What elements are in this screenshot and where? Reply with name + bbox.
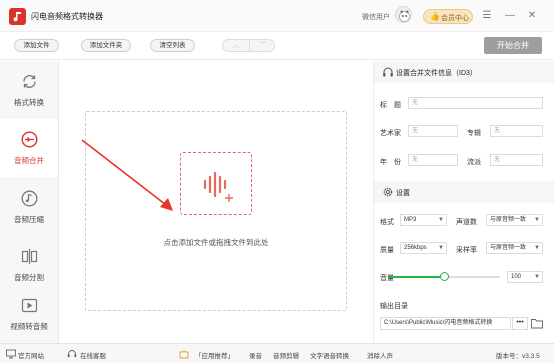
sidebar-item-audio-merge[interactable]: 音频合并 xyxy=(0,119,58,177)
volume-label: 音量 xyxy=(380,275,394,282)
sidebar-item-format-convert[interactable]: 格式转换 xyxy=(0,61,58,119)
toolbar: 添加文件 添加文件夹 清空列表 ︿ ﹀ 开始合并 xyxy=(0,33,554,60)
sample-rate-value: 与原音频一致 xyxy=(490,245,527,251)
sample-rate-select[interactable]: 与原音频一致 ▼ xyxy=(486,242,543,254)
sidebar-item-label: 格式转换 xyxy=(14,98,44,107)
headphones-icon xyxy=(383,67,393,77)
folder-icon[interactable] xyxy=(531,318,543,329)
sidebar-item-label: 音频分割 xyxy=(14,273,44,282)
chevron-down-icon: ▼ xyxy=(438,217,444,223)
volume-stepper[interactable]: 100 ▼ xyxy=(507,271,543,283)
sample-rate-label: 采样率 xyxy=(456,247,477,254)
status-bar: 官方网站 在线客服 「应用推荐」 录音 音频剪辑 文字语音转换 消除人声 版本号… xyxy=(0,343,554,363)
sidebar-item-audio-compress[interactable]: 音频压缩 xyxy=(0,178,58,236)
vip-center-button[interactable]: 👍 会员中心 xyxy=(423,9,473,24)
merge-icon xyxy=(21,131,38,148)
version-label: 版本号：v3.3.5 xyxy=(496,353,540,360)
avatar[interactable] xyxy=(395,6,412,23)
sidebar-item-label: 视频转音频 xyxy=(10,322,48,331)
move-down-button[interactable]: ﹀ xyxy=(249,40,275,51)
move-up-button[interactable]: ︿ xyxy=(223,40,249,51)
output-dir-label: 输出目录 xyxy=(380,303,408,310)
output-path-field[interactable]: C:\Users\Public\Music\闪电音频格式转换 xyxy=(380,317,511,330)
genre-field[interactable]: 无 xyxy=(490,154,543,166)
year-label: 年 份 xyxy=(380,159,401,166)
format-select[interactable]: MP3 ▼ xyxy=(400,214,447,226)
id3-section-title: 设置合并文件信息（ID3） xyxy=(396,70,477,77)
official-website-link[interactable]: 官方网站 xyxy=(18,350,44,360)
menu-icon[interactable]: ☰ xyxy=(480,9,494,23)
app-recommend-label: 「应用推荐」 xyxy=(195,353,234,360)
settings-section-header: 设置 xyxy=(374,181,554,203)
sidebar: 格式转换 音频合并 音频压缩 音频分割 视频转音频 xyxy=(0,61,59,343)
audio-wave-add-icon xyxy=(203,171,233,202)
app-title: 闪电音频格式转换器 xyxy=(31,12,103,21)
split-icon xyxy=(21,249,38,264)
add-folder-button[interactable]: 添加文件夹 xyxy=(81,39,131,52)
title-bar: 闪电音频格式转换器 微信用户 👍 会员中心 ☰ — ✕ xyxy=(0,0,554,32)
gear-icon xyxy=(383,187,393,197)
volume-slider-fill xyxy=(388,276,444,278)
puzzle-icon xyxy=(179,350,189,359)
online-support-link[interactable]: 在线客服 xyxy=(80,350,106,360)
refresh-icon xyxy=(23,75,36,88)
genre-label: 流派 xyxy=(467,159,481,166)
format-label: 格式 xyxy=(380,219,394,226)
format-value: MP3 xyxy=(404,217,417,223)
year-field[interactable]: 无 xyxy=(408,154,458,166)
chevron-down-icon: ▼ xyxy=(534,245,540,251)
title-field[interactable]: 无 xyxy=(408,97,543,109)
monitor-icon xyxy=(6,349,16,359)
add-file-button[interactable]: 添加文件 xyxy=(14,39,59,52)
music-note-icon xyxy=(21,190,38,207)
app-logo-icon xyxy=(9,8,26,25)
id3-section-header: 设置合并文件信息（ID3） xyxy=(374,61,554,83)
volume-value: 100 xyxy=(511,274,522,280)
video-play-icon xyxy=(21,298,38,313)
link-remove-vocals[interactable]: 消除人声 xyxy=(367,350,393,360)
link-recording[interactable]: 录音 xyxy=(249,350,262,360)
sidebar-item-video-to-audio[interactable]: 视频转音频 xyxy=(0,285,58,343)
volume-slider[interactable] xyxy=(388,272,500,281)
artist-label: 艺术家 xyxy=(380,130,401,137)
channels-label: 声道数 xyxy=(456,219,477,226)
chevron-down-icon: ▼ xyxy=(438,245,444,251)
channels-value: 与原音频一致 xyxy=(490,217,527,223)
move-buttons: ︿ ﹀ xyxy=(222,39,275,52)
browse-button[interactable]: ••• xyxy=(512,317,528,330)
add-audio-button[interactable] xyxy=(180,152,252,215)
close-icon[interactable]: ✕ xyxy=(525,9,539,23)
channels-select[interactable]: 与原音频一致 ▼ xyxy=(486,214,543,226)
start-merge-button[interactable]: 开始合并 xyxy=(484,37,542,54)
quality-value: 256kbps xyxy=(404,245,427,251)
drop-hint-text: 点击添加文件或拖拽文件到此处 xyxy=(163,238,269,247)
vip-center-label: 会员中心 xyxy=(441,15,469,22)
minimize-icon[interactable]: — xyxy=(503,9,517,23)
clear-list-button[interactable]: 清空列表 xyxy=(150,39,195,52)
main-area: 点击添加文件或拖拽文件到此处 xyxy=(60,61,372,343)
album-field[interactable]: 无 xyxy=(490,125,543,137)
chevron-down-icon: ▼ xyxy=(534,217,540,223)
hint-arrow-icon xyxy=(81,139,173,211)
settings-section-title: 设置 xyxy=(396,190,410,197)
link-text-to-speech[interactable]: 文字语音转换 xyxy=(310,350,349,360)
title-label: 标 题 xyxy=(380,102,401,109)
volume-slider-knob[interactable] xyxy=(439,272,449,281)
sidebar-item-label: 音频压缩 xyxy=(14,215,44,224)
link-audio-edit[interactable]: 音频剪辑 xyxy=(273,350,299,360)
thumb-up-icon: 👍 xyxy=(430,12,440,21)
sidebar-item-label: 音频合并 xyxy=(14,156,44,165)
artist-field[interactable]: 无 xyxy=(408,125,458,137)
quality-label: 质量 xyxy=(380,247,394,254)
headset-icon xyxy=(67,350,77,358)
album-label: 专辑 xyxy=(467,130,481,137)
chevron-down-icon: ▼ xyxy=(534,274,540,280)
wechat-user-label[interactable]: 微信用户 xyxy=(362,12,390,22)
quality-select[interactable]: 256kbps ▼ xyxy=(400,242,447,254)
